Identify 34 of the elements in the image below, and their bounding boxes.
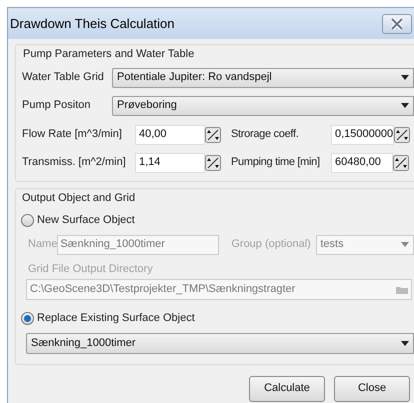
field-label: Name	[28, 237, 58, 252]
radio-label: Replace Existing Surface Object	[37, 311, 195, 326]
dropdown[interactable]: Prøveboring	[112, 96, 414, 116]
number-field[interactable]: 60480,00	[331, 152, 393, 172]
spinner-icon[interactable]	[205, 126, 221, 142]
caret-icon	[401, 75, 409, 80]
dialog-button[interactable]: Calculate	[249, 376, 325, 402]
dialog-button[interactable]: Close	[334, 376, 410, 402]
group-title: Pump Parameters and Water Table	[22, 47, 196, 62]
caret-icon	[401, 103, 409, 108]
field-label: Group (optional)	[230, 237, 312, 252]
dropdown[interactable]: Potentiale Jupiter: Ro vandspejl	[112, 68, 414, 88]
radio-label: New Surface Object	[37, 213, 135, 228]
field-label: Water Table Grid	[22, 70, 105, 86]
field-label: Flow Rate [m^3/min]	[22, 127, 123, 142]
surface-dropdown[interactable]: Sænkning_1000timer	[26, 332, 414, 354]
spinner-icon[interactable]	[394, 126, 410, 142]
window-title: Drawdown Theis Calculation	[10, 14, 176, 33]
number-field[interactable]: 0,15000000	[331, 124, 394, 144]
close-button[interactable]	[382, 14, 412, 34]
field-label: Transmiss. [m^2/min]	[22, 155, 127, 170]
number-field[interactable]: 1,14	[135, 152, 205, 172]
close-icon	[391, 18, 403, 30]
number-field[interactable]: 40,00	[135, 124, 205, 144]
field-label: Pumping time [min]	[230, 155, 321, 170]
field-label: Pump Positon	[22, 98, 92, 114]
radio-button[interactable]	[21, 312, 34, 325]
field-label: Strorage coeff.	[230, 127, 300, 142]
spinner-icon[interactable]	[393, 154, 409, 170]
field-label: Grid File Output Directory	[27, 262, 154, 276]
caret-icon	[401, 340, 409, 346]
group-title: Output Object and Grid	[21, 190, 136, 206]
spinner-icon[interactable]	[205, 154, 221, 170]
caret-icon	[401, 242, 409, 247]
